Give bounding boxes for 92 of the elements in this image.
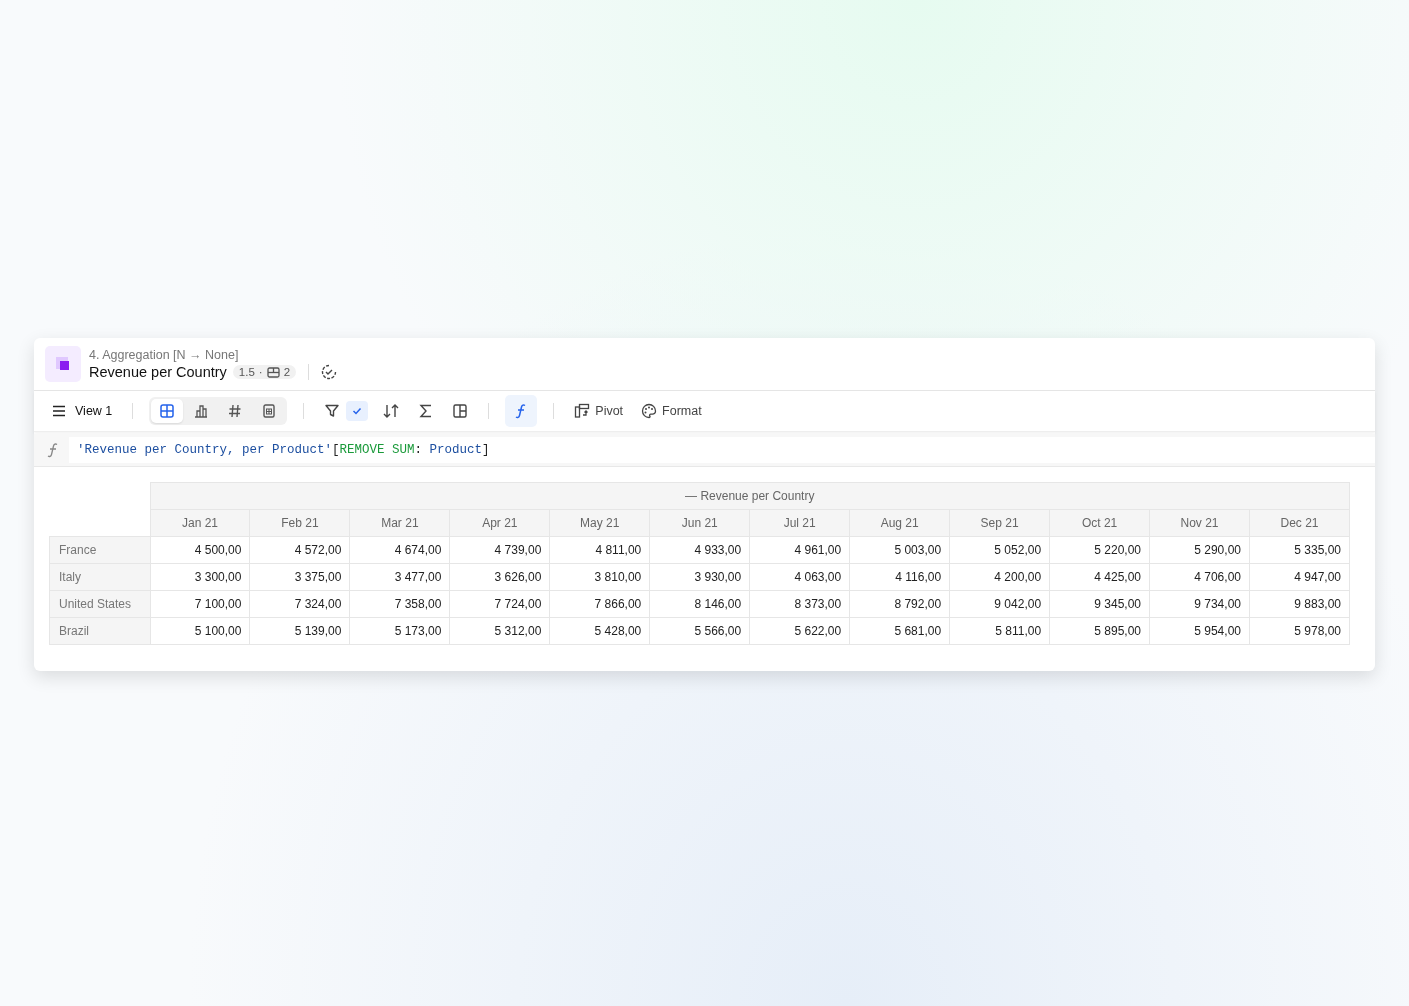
table-cell: 5 895,00 bbox=[1049, 617, 1150, 645]
table-cell: 4 063,00 bbox=[749, 563, 850, 591]
table-cell: 5 052,00 bbox=[949, 536, 1050, 564]
table-cell: 4 572,00 bbox=[249, 536, 350, 564]
table-cell: 5 566,00 bbox=[649, 617, 750, 645]
version-number: 1.5 bbox=[238, 366, 255, 378]
table-cell: 3 375,00 bbox=[249, 563, 350, 591]
column-header: Apr 21 bbox=[449, 509, 550, 537]
breadcrumb: 4. Aggregation [N → None] bbox=[89, 348, 240, 362]
menu-icon bbox=[52, 405, 66, 417]
table-cell: 8 373,00 bbox=[749, 590, 850, 618]
pivot-button[interactable]: Pivot bbox=[570, 399, 628, 423]
table-cell: 7 866,00 bbox=[549, 590, 650, 618]
group-header: — Revenue per Country bbox=[685, 489, 815, 503]
table-cell: 9 042,00 bbox=[949, 590, 1050, 618]
table-cell: 4 500,00 bbox=[150, 536, 250, 564]
table-cell: 5 100,00 bbox=[150, 617, 250, 645]
table-cell: 4 116,00 bbox=[849, 563, 950, 591]
block-logo-icon bbox=[45, 346, 81, 382]
table-cell: 4 811,00 bbox=[549, 536, 650, 564]
table-cell: 5 139,00 bbox=[249, 617, 350, 645]
table-cell: 5 003,00 bbox=[849, 536, 950, 564]
column-header: Jul 21 bbox=[749, 509, 850, 537]
column-header: May 21 bbox=[549, 509, 650, 537]
table-cell: 5 681,00 bbox=[849, 617, 950, 645]
table-cell: 5 811,00 bbox=[949, 617, 1050, 645]
palette-icon bbox=[641, 403, 658, 419]
table-cell: 4 947,00 bbox=[1249, 563, 1350, 591]
view-menu-button[interactable]: View 1 bbox=[48, 400, 117, 422]
column-header: Jun 21 bbox=[649, 509, 750, 537]
column-header: Sep 21 bbox=[949, 509, 1050, 537]
table-cell: 5 622,00 bbox=[749, 617, 850, 645]
column-header: Aug 21 bbox=[849, 509, 950, 537]
filter-icon[interactable] bbox=[324, 403, 341, 419]
table-cell: 5 173,00 bbox=[349, 617, 450, 645]
column-header: Jan 21 bbox=[150, 509, 250, 537]
table-cell: 4 200,00 bbox=[949, 563, 1050, 591]
table-cell: 3 626,00 bbox=[449, 563, 550, 591]
hash-icon bbox=[228, 404, 243, 418]
bar-chart-icon bbox=[194, 404, 209, 418]
table-cell: 7 324,00 bbox=[249, 590, 350, 618]
table-cell: 5 290,00 bbox=[1149, 536, 1250, 564]
table-cell: 5 335,00 bbox=[1249, 536, 1350, 564]
table-cell: 9 883,00 bbox=[1249, 590, 1350, 618]
view-mode-tab[interactable] bbox=[151, 399, 184, 423]
table-cell: 3 477,00 bbox=[349, 563, 450, 591]
table-cell: 5 312,00 bbox=[449, 617, 550, 645]
table-cell: 7 724,00 bbox=[449, 590, 550, 618]
column-header: Nov 21 bbox=[1149, 509, 1250, 537]
table-cell: 4 425,00 bbox=[1049, 563, 1150, 591]
column-header: Mar 21 bbox=[349, 509, 450, 537]
table-cell: 4 739,00 bbox=[449, 536, 550, 564]
row-header: United States bbox=[49, 590, 150, 618]
separator-dot: · bbox=[258, 366, 263, 378]
column-header: Dec 21 bbox=[1249, 509, 1350, 537]
table-grid-icon bbox=[160, 404, 175, 418]
formula-button[interactable] bbox=[505, 395, 538, 427]
table-cell: 5 954,00 bbox=[1149, 617, 1250, 645]
check-icon bbox=[352, 407, 363, 415]
filter-toggle[interactable] bbox=[346, 401, 369, 421]
row-header: France bbox=[49, 536, 150, 564]
table-cell: 8 146,00 bbox=[649, 590, 750, 618]
sort-icon[interactable] bbox=[382, 403, 401, 419]
spreadsheet-icon bbox=[262, 404, 277, 418]
layout-icon[interactable] bbox=[452, 403, 469, 419]
table-cell: 7 358,00 bbox=[349, 590, 450, 618]
pivot-icon bbox=[574, 403, 591, 419]
table-cell: 8 792,00 bbox=[849, 590, 950, 618]
table-icon bbox=[266, 366, 280, 378]
table-count: 2 bbox=[283, 366, 291, 378]
row-header: Brazil bbox=[49, 617, 150, 645]
block-title: Revenue per Country bbox=[89, 364, 227, 380]
table-cell: 3 810,00 bbox=[549, 563, 650, 591]
table-cell: 9 345,00 bbox=[1049, 590, 1150, 618]
badge-check-icon[interactable] bbox=[321, 364, 338, 380]
column-header: Oct 21 bbox=[1049, 509, 1150, 537]
table-cell: 4 961,00 bbox=[749, 536, 850, 564]
row-header: Italy bbox=[49, 563, 150, 591]
table-cell: 3 300,00 bbox=[150, 563, 250, 591]
table-cell: 3 930,00 bbox=[649, 563, 750, 591]
formula-expression[interactable]: 'Revenue per Country, per Product'[REMOVE SUM: Product] bbox=[69, 437, 1375, 463]
format-button[interactable]: Format bbox=[637, 399, 706, 423]
table-cell: 5 220,00 bbox=[1049, 536, 1150, 564]
table-cell: 4 706,00 bbox=[1149, 563, 1250, 591]
column-header: Feb 21 bbox=[249, 509, 350, 537]
table-cell: 5 978,00 bbox=[1249, 617, 1350, 645]
formula-icon bbox=[47, 442, 59, 458]
table-cell: 4 933,00 bbox=[649, 536, 750, 564]
table-cell: 4 674,00 bbox=[349, 536, 450, 564]
table-cell: 5 428,00 bbox=[549, 617, 650, 645]
table-cell: 7 100,00 bbox=[150, 590, 250, 618]
table-cell: 9 734,00 bbox=[1149, 590, 1250, 618]
